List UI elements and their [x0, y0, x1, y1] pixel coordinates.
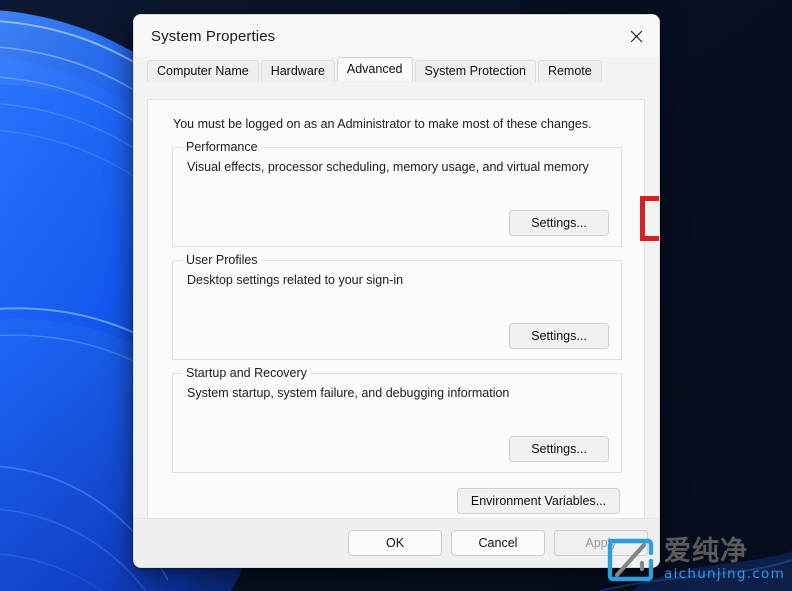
user-profiles-description: Desktop settings related to your sign-in — [187, 273, 404, 287]
watermark-site-text: aichunjing.com — [664, 566, 786, 583]
advanced-tab-panel: You must be logged on as an Administrato… — [147, 99, 645, 531]
aichunjing-logo-icon — [607, 538, 654, 582]
ok-button[interactable]: OK — [348, 530, 442, 556]
dialog-title: System Properties — [151, 27, 276, 45]
startup-recovery-group: Startup and Recovery System startup, sys… — [172, 366, 622, 473]
performance-description: Visual effects, processor scheduling, me… — [187, 160, 589, 174]
tab-remote[interactable]: Remote — [537, 60, 602, 82]
dialog-titlebar: System Properties — [134, 15, 659, 57]
performance-settings-button[interactable]: Settings... — [509, 210, 609, 236]
user-profiles-settings-button[interactable]: Settings... — [509, 323, 609, 349]
tab-hardware[interactable]: Hardware — [260, 60, 335, 82]
dialog-footer: OK Cancel Apply — [134, 518, 659, 567]
user-profiles-group: User Profiles Desktop settings related t… — [172, 253, 622, 360]
tab-advanced[interactable]: Advanced — [336, 57, 413, 81]
watermark-chinese-text: 爱纯净 — [664, 536, 748, 568]
startup-recovery-settings-button[interactable]: Settings... — [509, 436, 609, 462]
administrator-note: You must be logged on as an Administrato… — [173, 117, 592, 131]
system-properties-dialog: System Properties Computer Name Hardware… — [133, 14, 660, 568]
watermark: 爱纯净 aichunjing.com — [604, 532, 790, 588]
tab-strip: Computer Name Hardware Advanced System P… — [147, 57, 646, 82]
startup-recovery-group-label: Startup and Recovery — [182, 366, 311, 380]
user-profiles-group-label: User Profiles — [182, 253, 262, 267]
close-icon — [630, 30, 642, 42]
highlight-annotation — [640, 196, 659, 241]
startup-recovery-description: System startup, system failure, and debu… — [187, 386, 510, 400]
cancel-button[interactable]: Cancel — [451, 530, 545, 556]
tab-computer-name[interactable]: Computer Name — [147, 60, 259, 82]
close-button[interactable] — [613, 15, 659, 57]
performance-group-label: Performance — [182, 140, 262, 154]
performance-group: Performance Visual effects, processor sc… — [172, 140, 622, 247]
environment-variables-button[interactable]: Environment Variables... — [457, 488, 620, 514]
tab-system-protection[interactable]: System Protection — [414, 60, 536, 82]
